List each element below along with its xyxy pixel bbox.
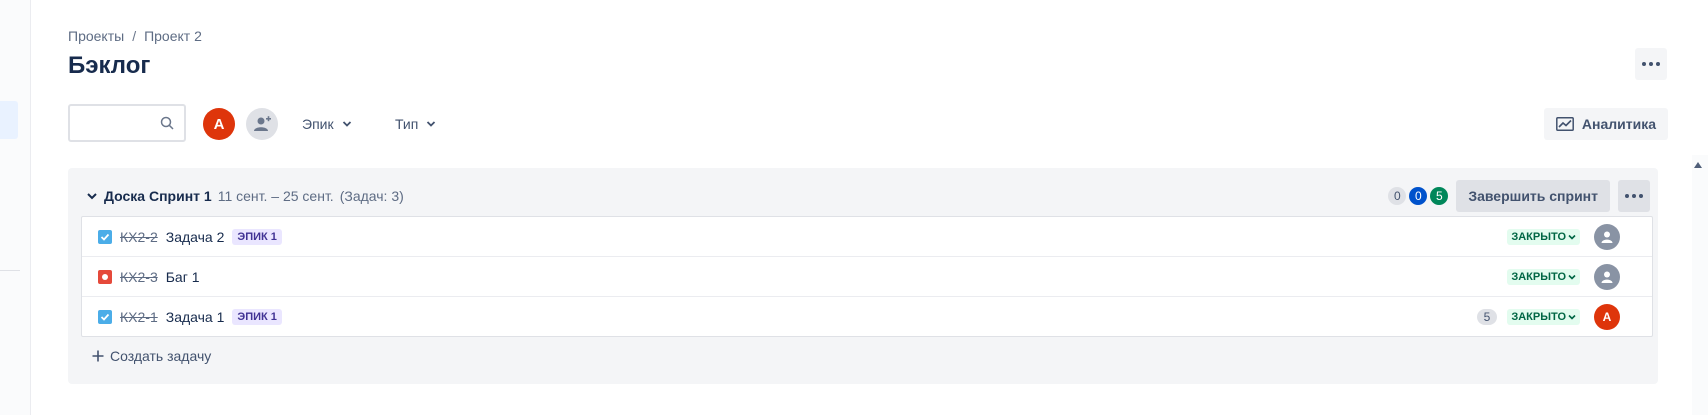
- in-progress-count-badge: 0: [1409, 187, 1428, 205]
- add-people-icon: [254, 116, 271, 131]
- epic-filter-label: Эпик: [302, 116, 334, 132]
- search-icon: [160, 116, 174, 130]
- complete-sprint-button[interactable]: Завершить спринт: [1456, 180, 1610, 212]
- status-label: ЗАКРЫТО: [1511, 230, 1566, 243]
- breadcrumb-separator: /: [132, 28, 137, 44]
- breadcrumb: Проекты / Проект 2: [68, 28, 202, 44]
- status-dropdown[interactable]: ЗАКРЫТО: [1507, 308, 1580, 325]
- search-input[interactable]: [76, 106, 160, 140]
- analytics-label: Аналитика: [1581, 116, 1656, 132]
- sprint-header: Доска Спринт 1 11 сент. – 25 сент. (Зада…: [86, 180, 1650, 212]
- breadcrumb-project-link[interactable]: Проект 2: [144, 28, 202, 44]
- sprint-dates: 11 сент. – 25 сент.: [217, 188, 334, 204]
- assignee-avatar[interactable]: [1594, 223, 1620, 250]
- issue-meta: 5 ЗАКРЫТО A: [1476, 297, 1620, 336]
- chevron-down-icon: [342, 121, 351, 127]
- assignee-avatar[interactable]: [1594, 263, 1620, 290]
- sprint-more-button[interactable]: [1618, 180, 1650, 212]
- epic-lozenge: ЭПИК 1: [232, 308, 282, 325]
- scrollbar[interactable]: [1692, 155, 1708, 415]
- chevron-down-icon: [1568, 274, 1576, 280]
- more-icon: [1625, 194, 1643, 198]
- issue-key[interactable]: КХ2-1: [120, 309, 158, 325]
- add-people-button[interactable]: [246, 108, 278, 140]
- issue-summary: Задача 2: [165, 228, 225, 245]
- chevron-down-icon: [1568, 234, 1576, 240]
- epic-filter-dropdown[interactable]: Эпик: [302, 110, 352, 138]
- user-filter-avatar[interactable]: A: [203, 108, 235, 140]
- chevron-down-icon: [427, 121, 436, 127]
- issue-row[interactable]: КХ2-3 Баг 1 ЗАКРЫТО: [82, 257, 1652, 297]
- assignee-avatar[interactable]: A: [1594, 303, 1620, 330]
- page-title: Бэклог: [68, 52, 151, 79]
- more-icon: [1642, 62, 1660, 66]
- issue-summary: Задача 1: [165, 308, 225, 325]
- sidebar-active-item[interactable]: [0, 101, 18, 139]
- analytics-icon: [1555, 117, 1574, 131]
- bug-icon: [98, 269, 112, 284]
- issue-key[interactable]: КХ2-2: [120, 229, 158, 245]
- issue-row[interactable]: КХ2-1 Задача 1 ЭПИК 1 5 ЗАКРЫТО A: [82, 297, 1652, 336]
- status-label: ЗАКРЫТО: [1511, 270, 1566, 283]
- scroll-up-arrow-icon[interactable]: [1694, 162, 1702, 168]
- issue-key[interactable]: КХ2-3: [120, 269, 158, 285]
- story-points-badge: 5: [1476, 308, 1498, 325]
- task-checkbox-icon: [98, 229, 112, 244]
- status-dropdown[interactable]: ЗАКРЫТО: [1507, 268, 1580, 285]
- create-issue-button[interactable]: Создать задачу: [92, 348, 211, 364]
- type-filter-label: Тип: [395, 116, 419, 132]
- user-icon: [1601, 231, 1613, 243]
- user-icon: [1601, 271, 1613, 283]
- status-dropdown[interactable]: ЗАКРЫТО: [1507, 228, 1580, 245]
- sprint-container: Доска Спринт 1 11 сент. – 25 сент. (Зада…: [68, 168, 1658, 384]
- done-count-badge: 5: [1430, 187, 1449, 205]
- search-box: [68, 104, 186, 142]
- issue-meta: ЗАКРЫТО: [1507, 217, 1620, 256]
- chevron-down-icon: [1568, 314, 1576, 320]
- sprint-name: Доска Спринт 1: [104, 188, 212, 204]
- issue-row[interactable]: КХ2-2 Задача 2 ЭПИК 1 ЗАКРЫТО: [82, 217, 1652, 257]
- task-checkbox-icon: [98, 309, 112, 324]
- sprint-issue-count: (Задач: 3): [339, 188, 404, 204]
- issue-summary: Баг 1: [165, 268, 200, 285]
- issue-meta: ЗАКРЫТО: [1507, 257, 1620, 296]
- epic-lozenge: ЭПИК 1: [232, 228, 282, 245]
- left-sidebar-rail: [0, 0, 31, 415]
- sidebar-divider: [0, 270, 20, 271]
- todo-count-badge: 0: [1388, 187, 1407, 205]
- create-issue-label: Создать задачу: [110, 348, 212, 364]
- status-label: ЗАКРЫТО: [1511, 310, 1566, 323]
- page-more-button[interactable]: [1635, 48, 1667, 80]
- type-filter-dropdown[interactable]: Тип: [395, 110, 436, 138]
- chevron-down-icon[interactable]: [86, 190, 98, 202]
- issue-list: КХ2-2 Задача 2 ЭПИК 1 ЗАКРЫТО КХ2-3 Баг …: [81, 216, 1653, 337]
- analytics-button[interactable]: Аналитика: [1543, 108, 1668, 140]
- plus-icon: [92, 350, 104, 362]
- breadcrumb-projects-link[interactable]: Проекты: [68, 28, 124, 44]
